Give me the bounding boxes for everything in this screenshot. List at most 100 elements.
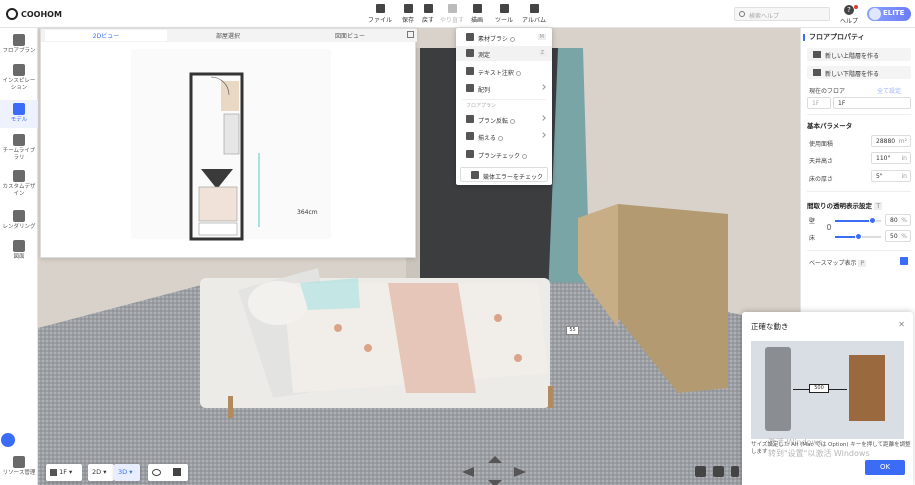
save-label: 保存 [401, 17, 414, 24]
floor-label: 床 [809, 235, 816, 242]
distance-label: 500 [809, 384, 829, 393]
field-value: 110" [876, 155, 891, 162]
dimension-label: 364cm [297, 209, 318, 216]
panel-title: フロアプロパティ [803, 33, 865, 41]
pan-right-icon[interactable] [514, 467, 526, 477]
new-upper-floor-button[interactable]: 新しい上階層を作る [807, 48, 911, 61]
shortcut-badge: M [537, 34, 546, 40]
area-field[interactable]: 28880 m² [871, 135, 911, 147]
button-label: 新しい下階層を作る [825, 71, 880, 78]
menu-label: 測定 [478, 52, 491, 59]
screen-icon[interactable] [713, 466, 724, 477]
sidebar-item-team-library[interactable]: チームライブラリ [0, 134, 38, 162]
menu-item-align[interactable]: 揃える [456, 129, 552, 144]
pan-left-icon[interactable] [462, 467, 474, 477]
field-unit: in [901, 173, 907, 180]
2d-mode-button[interactable]: 2D ▾ [88, 464, 114, 481]
file-menu-button[interactable]: ファイル [366, 4, 394, 24]
measure-label: 55 [566, 326, 579, 335]
sidebar-item-resource[interactable]: リソース管理 [0, 456, 38, 477]
collision-icon [471, 171, 479, 179]
copy-icon[interactable] [173, 468, 182, 476]
app-logo[interactable]: COOHOM [6, 8, 62, 20]
floor-thickness-label: 床の厚さ [809, 176, 834, 183]
wall-transparency-slider[interactable] [835, 217, 881, 224]
sidebar-item-floorplan[interactable]: フロアプラン [0, 34, 38, 55]
close-icon[interactable]: ✕ [898, 320, 905, 329]
image-icon[interactable] [695, 466, 706, 477]
transparency-section[interactable]: 間取りの透明表示設定 T [807, 200, 883, 210]
pan-down-icon[interactable] [488, 480, 502, 485]
floor-transparency-slider[interactable] [835, 233, 881, 240]
sidebar-item-drawing[interactable]: 図面 [0, 240, 38, 261]
field-value: 28880 [876, 138, 896, 145]
menu-item-collision-check[interactable]: 競体エラーをチェック [460, 167, 548, 182]
album-icon [529, 4, 539, 13]
menu-label: 揃える [478, 135, 496, 142]
info-icon [522, 154, 528, 159]
3d-mode-button[interactable]: 3D ▾ [114, 464, 140, 481]
basic-params-section[interactable]: 基本パラメータ [807, 120, 852, 130]
floor-thickness-field[interactable]: 5" in [871, 170, 911, 182]
new-lower-floor-button[interactable]: 新しい下階層を作る [807, 66, 911, 79]
top-toolbar: COOHOM ファイル 保存 戻す やり直す 描画 ツール アルバム 検索ヘルプ… [0, 0, 915, 28]
info-icon [509, 37, 515, 42]
draw-button[interactable]: 描画 [463, 4, 491, 24]
sidebar-item-label: モデル [10, 117, 28, 123]
sofa-image [765, 347, 791, 431]
sidebar-item-label: レンダリング [2, 224, 36, 230]
bed-leg [228, 396, 233, 418]
floor-index-field[interactable]: 1F [807, 97, 831, 109]
menu-label: 競体エラーをチェック [483, 174, 544, 181]
floor-selector[interactable]: 1F ▾ [46, 464, 82, 481]
redo-button[interactable]: やり直す [438, 4, 466, 24]
watermark-line: 转到"设置"以激活 Windows [768, 449, 870, 458]
current-floor-label: 現在のフロア [809, 88, 846, 95]
watermark-line: 激活 Windows [768, 438, 823, 447]
redo-label: やり直す [439, 17, 464, 24]
shortcut-badge: T [874, 202, 883, 210]
sidebar-item-custom-design[interactable]: カスタムデザイン [0, 170, 38, 198]
ok-button[interactable]: OK [865, 460, 905, 475]
set-all-link[interactable]: 全て設定 [877, 86, 901, 95]
help-button[interactable]: ? ヘルプ [840, 5, 859, 25]
wrench-icon [499, 4, 509, 13]
help-label: ヘルプ [840, 18, 859, 25]
display-icon[interactable] [731, 466, 739, 477]
menu-item-plan-flip[interactable]: プラン反転 [456, 112, 552, 127]
ceiling-height-field[interactable]: 110" in [871, 152, 911, 164]
menu-item-measure[interactable]: 測定 Z [456, 46, 552, 61]
tools-button[interactable]: ツール [490, 4, 518, 24]
question-icon: ? [844, 5, 854, 15]
sidebar-item-inspiration[interactable]: インスピレーション [0, 64, 38, 92]
floor-transparency-field[interactable]: 50% [885, 230, 911, 242]
field-unit: % [901, 233, 907, 240]
album-button[interactable]: アルバム [520, 4, 548, 24]
info-icon [510, 119, 516, 124]
chat-icon[interactable] [1, 433, 15, 447]
chevron-right-icon [540, 132, 546, 138]
chevron-right-icon [540, 84, 546, 90]
basemap-label: ベースマップ表示 P [809, 258, 867, 267]
slider-knob[interactable] [868, 217, 876, 224]
menu-item-material-brush[interactable]: 素材ブラシ M [456, 30, 552, 45]
sidebar-item-label: リソース管理 [2, 470, 36, 476]
array-icon [466, 84, 474, 92]
sidebar-item-model[interactable]: モデル [0, 100, 38, 128]
camera-nav-pad[interactable] [462, 456, 528, 485]
sidebar-item-rendering[interactable]: レンダリング [0, 210, 38, 231]
rendering-icon [13, 210, 25, 222]
menu-item-array[interactable]: 配列 [456, 81, 552, 96]
menu-item-text-annotation[interactable]: テキスト注釈 [456, 64, 552, 79]
slider-knob[interactable] [855, 233, 862, 240]
floor-name-field[interactable]: 1F [833, 97, 911, 109]
help-search-input[interactable]: 検索ヘルプ [734, 7, 830, 21]
wall-transparency-field[interactable]: 80% [885, 214, 911, 226]
link-icon[interactable] [827, 224, 831, 230]
menu-item-plan-check[interactable]: プランチェック [456, 147, 552, 162]
inspiration-icon [13, 64, 25, 76]
pan-up-icon[interactable] [488, 456, 502, 463]
eye-icon[interactable] [152, 469, 161, 476]
basemap-checkbox[interactable] [900, 257, 908, 265]
user-account-button[interactable]: ELITE [867, 7, 911, 21]
